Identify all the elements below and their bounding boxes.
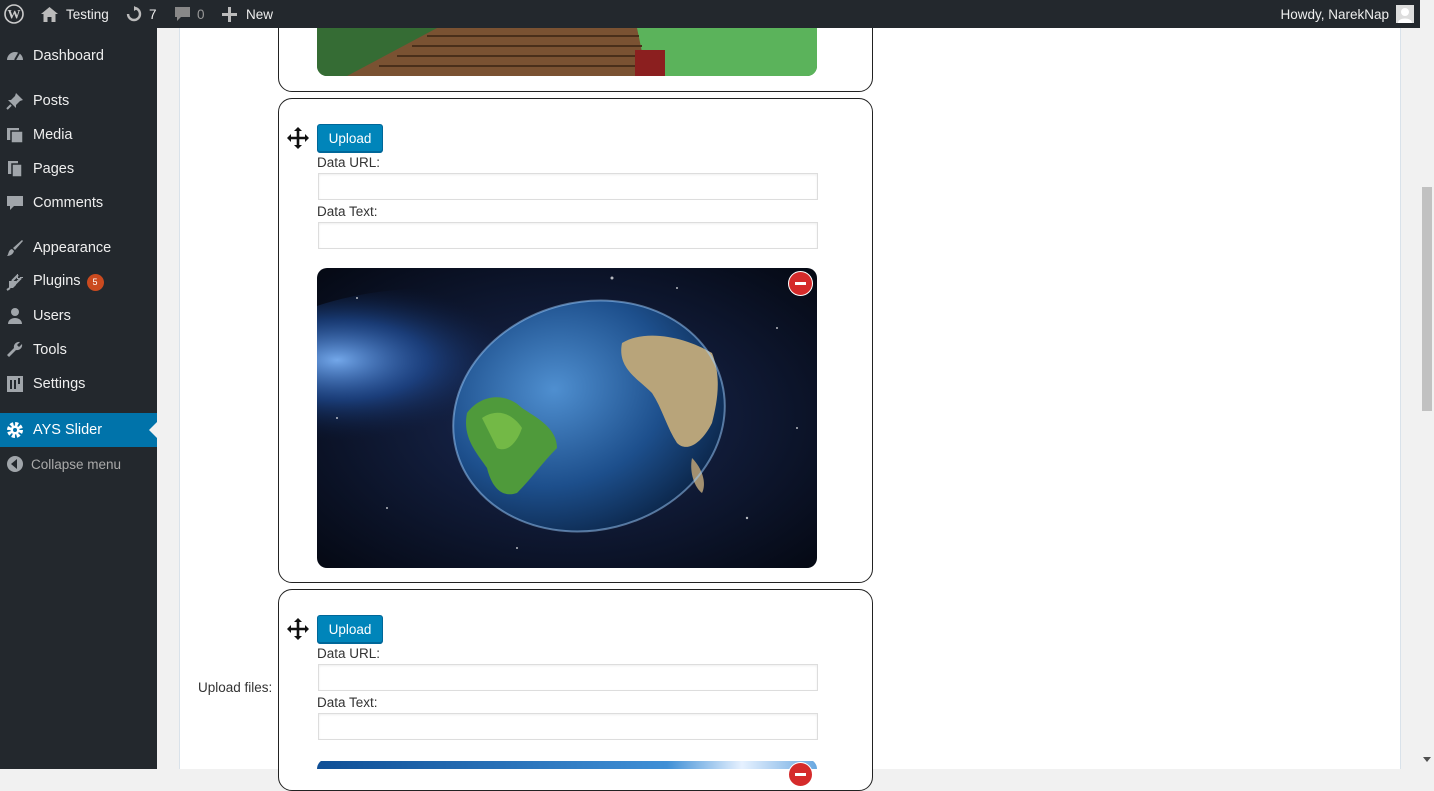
svg-text:W: W <box>8 7 21 22</box>
sidebar-item-media[interactable]: Media <box>0 118 157 152</box>
comments-link[interactable]: 0 <box>174 0 205 28</box>
upload-files-label: Upload files: <box>198 680 273 695</box>
sidebar-item-plugins[interactable]: Plugins 5 <box>0 265 157 299</box>
sidebar-item-label: Users <box>33 308 71 324</box>
sidebar-item-label: Plugins 5 <box>33 273 104 291</box>
slide-image-preview <box>317 759 817 769</box>
new-content-link[interactable]: New <box>222 0 273 28</box>
scrollbar-thumb[interactable] <box>1422 187 1432 411</box>
comments-count: 0 <box>197 6 205 22</box>
remove-slide-button[interactable] <box>788 762 813 787</box>
blue-sky-image <box>317 761 817 769</box>
data-text-label: Data Text: <box>317 695 378 710</box>
sidebar-item-dashboard[interactable]: Dashboard <box>0 39 157 73</box>
updates-count: 7 <box>149 6 157 22</box>
sidebar-item-label: AYS Slider <box>33 422 103 438</box>
site-name: Testing <box>66 6 109 22</box>
sidebar-item-label: Tools <box>33 342 67 358</box>
sidebar-item-label: Media <box>33 127 73 143</box>
data-url-label: Data URL: <box>317 646 381 661</box>
sidebar-item-tools[interactable]: Tools <box>0 333 157 367</box>
collapse-menu-label: Collapse menu <box>31 456 122 472</box>
dashboard-icon <box>6 47 24 65</box>
plugin-updates-badge: 5 <box>86 274 104 291</box>
updates-link[interactable]: 7 <box>125 0 157 28</box>
wrench-icon <box>6 341 24 359</box>
plugins-label: Plugins <box>33 273 81 289</box>
sidebar-item-label: Comments <box>33 195 104 211</box>
sidebar-item-comments[interactable]: Comments <box>0 186 157 220</box>
pin-icon <box>6 92 24 110</box>
plus-icon <box>222 6 237 22</box>
sidebar-item-label: Pages <box>33 161 75 177</box>
sidebar-item-settings[interactable]: Settings <box>0 367 157 401</box>
sidebar-item-users[interactable]: Users <box>0 299 157 333</box>
upload-button[interactable]: Upload <box>317 124 383 152</box>
wooden-boardwalk-image <box>317 28 817 76</box>
plugin-icon <box>6 273 24 291</box>
collapse-menu-button[interactable]: Collapse menu <box>0 447 157 481</box>
home-icon <box>41 6 58 22</box>
slide-image-preview <box>317 28 817 76</box>
greeting: Howdy, NarekNap <box>1280 6 1389 22</box>
data-url-input[interactable] <box>318 664 818 691</box>
remove-slide-button[interactable] <box>788 271 813 296</box>
admin-sidebar: Dashboard Posts Media Pages Comments App… <box>0 28 157 769</box>
move-drag-icon[interactable] <box>287 618 309 640</box>
comment-bubble-icon <box>174 6 191 22</box>
sidebar-item-label: Settings <box>33 376 86 392</box>
sidebar-item-label: Appearance <box>33 240 112 256</box>
data-text-label: Data Text: <box>317 204 378 219</box>
sidebar-item-posts[interactable]: Posts <box>0 84 157 118</box>
sidebar-item-pages[interactable]: Pages <box>0 152 157 186</box>
site-name-link[interactable]: Testing <box>41 0 109 28</box>
new-label: New <box>246 6 274 22</box>
data-url-label: Data URL: <box>317 155 381 170</box>
collapse-arrow-icon <box>6 455 24 473</box>
slide-image-preview <box>317 268 817 568</box>
sidebar-item-ays-slider[interactable]: AYS Slider <box>0 413 157 447</box>
scroll-down-arrow-icon[interactable] <box>1423 757 1431 762</box>
avatar <box>1396 5 1414 23</box>
brush-icon <box>6 239 24 257</box>
earth-in-space-image <box>317 268 817 568</box>
data-text-input[interactable] <box>318 222 818 249</box>
user-icon <box>6 307 24 325</box>
data-url-input[interactable] <box>318 173 818 200</box>
sidebar-item-label: Dashboard <box>33 48 104 64</box>
comment-icon <box>6 194 24 212</box>
sidebar-item-label: Posts <box>33 93 70 109</box>
wordpress-logo-icon[interactable]: W <box>4 0 24 28</box>
move-drag-icon[interactable] <box>287 127 309 149</box>
gear-icon <box>6 421 24 439</box>
refresh-icon <box>125 6 143 22</box>
data-text-input[interactable] <box>318 713 818 740</box>
upload-button[interactable]: Upload <box>317 615 383 643</box>
my-account-link[interactable]: Howdy, NarekNap <box>1280 0 1414 28</box>
pages-icon <box>6 160 24 178</box>
admin-bar: W Testing 7 0 New Howdy, NarekNap <box>0 0 1420 28</box>
settings-icon <box>6 375 24 393</box>
page-scrollbar[interactable] <box>1420 0 1434 769</box>
sidebar-item-appearance[interactable]: Appearance <box>0 231 157 265</box>
media-icon <box>6 126 24 144</box>
